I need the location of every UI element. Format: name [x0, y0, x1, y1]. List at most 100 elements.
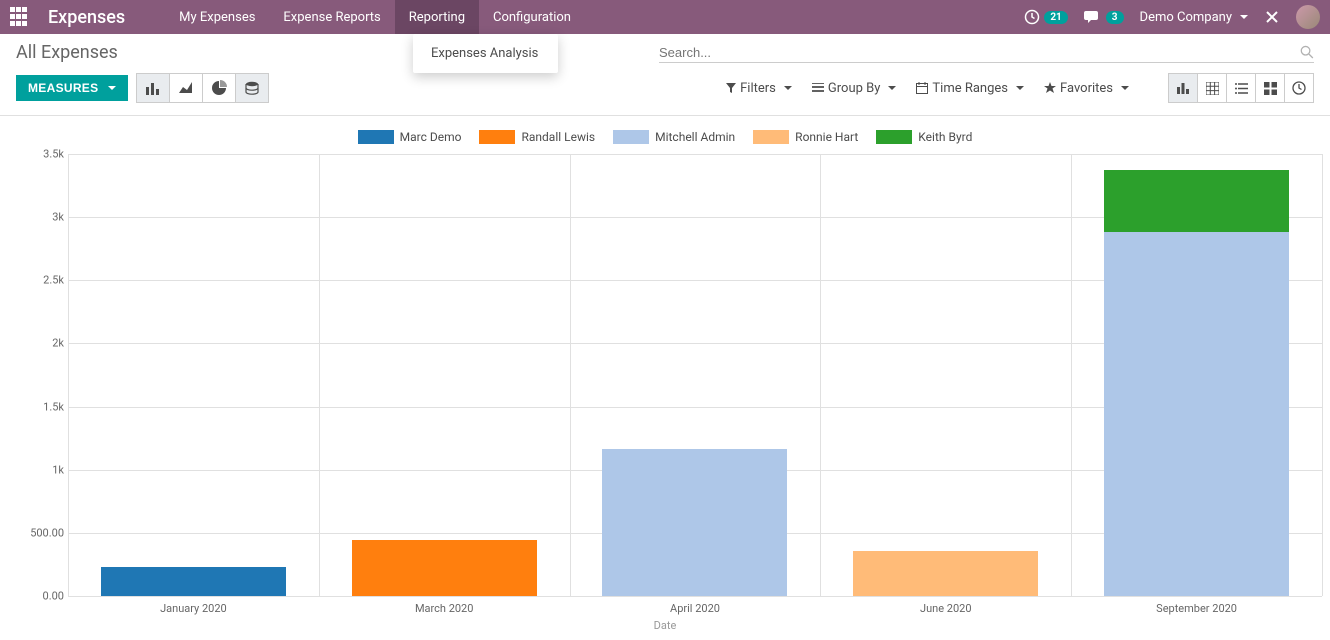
bar-segment[interactable] [101, 567, 286, 596]
y-axis-title: Total [0, 353, 1, 378]
nav-reporting[interactable]: Reporting [395, 0, 479, 34]
bar-chart-icon [1176, 82, 1190, 94]
chart-type-bar-button[interactable] [136, 73, 170, 103]
chart-area: Marc Demo Randall Lewis Mitchell Admin Ronn… [0, 116, 1330, 626]
legend-item[interactable]: Randall Lewis [479, 130, 595, 144]
x-axis-labels: January 2020March 2020April 2020June 202… [68, 596, 1322, 615]
message-badge: 3 [1106, 11, 1124, 24]
search-icon [1300, 45, 1314, 59]
nav-my-expenses[interactable]: My Expenses [165, 0, 269, 34]
bar-segment[interactable] [1104, 232, 1289, 596]
reporting-dropdown: Expenses Analysis [413, 34, 558, 73]
main-navbar: Expenses My Expenses Expense Reports Rep… [0, 0, 1330, 34]
nav-expense-reports[interactable]: Expense Reports [269, 0, 394, 34]
view-kanban-button[interactable] [1255, 73, 1285, 103]
bar-slot [1071, 154, 1322, 596]
chart-tools: MEASURES [16, 73, 269, 103]
chart-type-pie-button[interactable] [202, 73, 236, 103]
view-activity-button[interactable] [1284, 73, 1314, 103]
measures-label: MEASURES [28, 81, 98, 95]
y-axis: 0.00500.001k1.5k2k2.5k3k3.5k [22, 154, 68, 596]
legend-item[interactable]: Keith Byrd [876, 130, 972, 144]
messaging-indicator[interactable]: 3 [1084, 9, 1124, 25]
clock-icon [1024, 9, 1040, 25]
legend-swatch [479, 130, 515, 144]
search-bar[interactable] [659, 43, 1314, 63]
view-list-button[interactable] [1226, 73, 1256, 103]
y-tick-label: 0.00 [43, 590, 64, 603]
activity-indicator[interactable]: 21 [1024, 9, 1067, 25]
legend-swatch [753, 130, 789, 144]
gridline-vertical [1322, 154, 1323, 596]
kanban-icon [1264, 82, 1277, 95]
bar-segment[interactable] [853, 551, 1038, 596]
timeranges-dropdown[interactable]: Time Ranges [906, 77, 1034, 100]
bar-segment[interactable] [352, 540, 537, 596]
line-chart-icon [178, 81, 194, 95]
control-panel: All Expenses MEASURES Filters [0, 34, 1330, 116]
list-icon [812, 83, 824, 93]
view-graph-button[interactable] [1168, 73, 1198, 103]
bar[interactable] [853, 154, 1038, 596]
search-options: Filters Group By Time Ranges Favorites [716, 73, 1314, 103]
bar-segment[interactable] [1104, 170, 1289, 232]
nav-configuration[interactable]: Configuration [479, 0, 585, 34]
bars-container [68, 154, 1322, 596]
legend-label: Randall Lewis [521, 130, 595, 144]
star-icon [1044, 82, 1056, 94]
pie-chart-icon [211, 80, 227, 96]
bar-slot [68, 154, 319, 596]
legend-swatch [358, 130, 394, 144]
bar-segment[interactable] [602, 449, 787, 596]
grid-icon [1206, 82, 1219, 95]
groupby-dropdown[interactable]: Group By [802, 77, 907, 100]
legend-label: Marc Demo [400, 130, 462, 144]
favorites-dropdown[interactable]: Favorites [1034, 77, 1139, 100]
bar-chart-icon [145, 81, 161, 95]
user-avatar[interactable] [1296, 5, 1320, 29]
legend-swatch [876, 130, 912, 144]
y-tick-label: 1k [52, 463, 64, 476]
x-tick-label: September 2020 [1071, 596, 1322, 615]
page-title: All Expenses [16, 42, 118, 63]
legend-swatch [613, 130, 649, 144]
x-tick-label: June 2020 [820, 596, 1071, 615]
chart-type-line-button[interactable] [169, 73, 203, 103]
view-pivot-button[interactable] [1197, 73, 1227, 103]
timeranges-label: Time Ranges [932, 81, 1008, 96]
app-brand[interactable]: Expenses [48, 7, 125, 28]
list-icon [1235, 83, 1248, 94]
chart-stacked-button[interactable] [235, 73, 269, 103]
stack-icon [245, 81, 259, 95]
bar[interactable] [1104, 154, 1289, 596]
filters-label: Filters [740, 81, 776, 96]
dropdown-item-expenses-analysis[interactable]: Expenses Analysis [413, 40, 558, 67]
y-tick-label: 3k [52, 211, 64, 224]
speech-bubble-icon [1084, 9, 1102, 25]
bar-slot [319, 154, 570, 596]
legend-item[interactable]: Ronnie Hart [753, 130, 858, 144]
bar[interactable] [602, 154, 787, 596]
legend-label: Ronnie Hart [795, 130, 858, 144]
view-switcher [1169, 73, 1314, 103]
legend-label: Keith Byrd [918, 130, 972, 144]
legend-item[interactable]: Marc Demo [358, 130, 462, 144]
measures-button[interactable]: MEASURES [16, 75, 128, 101]
groupby-label: Group By [828, 81, 881, 96]
apps-icon[interactable] [10, 7, 30, 27]
legend-item[interactable]: Mitchell Admin [613, 130, 735, 144]
y-tick-label: 2.5k [43, 274, 64, 287]
x-tick-label: January 2020 [68, 596, 319, 615]
search-input[interactable] [659, 45, 1300, 60]
y-tick-label: 500.00 [30, 526, 64, 539]
debug-icon[interactable] [1264, 9, 1280, 25]
bar[interactable] [352, 154, 537, 596]
company-selector[interactable]: Demo Company [1140, 10, 1248, 25]
bar[interactable] [101, 154, 286, 596]
bar-slot [570, 154, 821, 596]
bar-slot [820, 154, 1071, 596]
funnel-icon [726, 83, 736, 93]
favorites-label: Favorites [1060, 81, 1113, 96]
filters-dropdown[interactable]: Filters [716, 77, 802, 100]
y-tick-label: 1.5k [43, 400, 64, 413]
